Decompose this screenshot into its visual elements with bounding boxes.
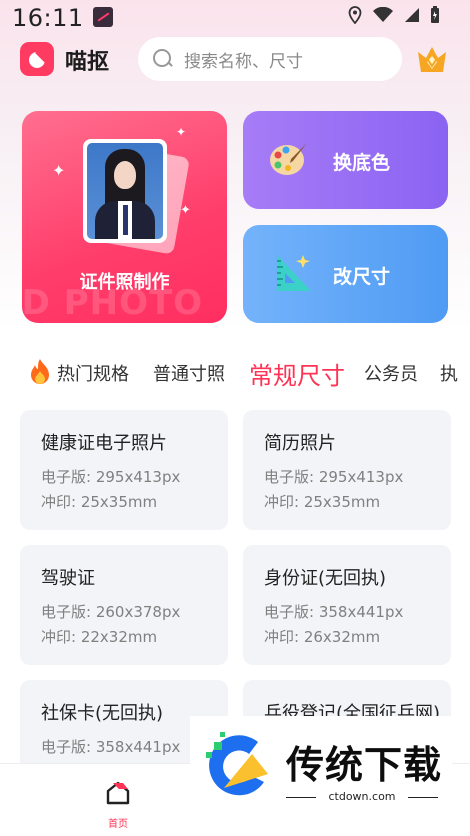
wifi-icon — [373, 7, 393, 22]
spec-print-size: 冲印: 26x32mm — [264, 628, 381, 646]
spec-card-resume[interactable]: 简历照片 电子版: 295x413px 冲印: 25x35mm — [243, 410, 451, 530]
notification-app-icon — [93, 7, 113, 27]
fire-icon — [31, 359, 49, 384]
spec-title: 驾驶证 — [41, 568, 95, 589]
spec-digital-size: 电子版: 260x378px — [41, 603, 181, 621]
tab-more[interactable]: 执 — [440, 360, 458, 386]
spec-print-size: 冲印: 22x32mm — [41, 628, 158, 646]
change-background-label: 换底色 — [333, 152, 391, 174]
resize-label: 改尺寸 — [333, 266, 391, 288]
spec-title: 简历照片 — [264, 433, 336, 454]
spec-print-size: 冲印: 25x35mm — [264, 493, 381, 511]
ruler-icon — [277, 255, 311, 291]
spec-print-size: 冲印: 25x35mm — [41, 493, 158, 511]
sample-portrait — [83, 139, 167, 243]
tab-civil-servant[interactable]: 公务员 — [364, 360, 418, 386]
sparkle-icon: ✦ — [176, 125, 187, 139]
search-input[interactable]: 搜索名称、尺寸 — [138, 37, 402, 81]
search-placeholder: 搜索名称、尺寸 — [184, 51, 303, 72]
resize-card[interactable]: 改尺寸 — [243, 225, 448, 323]
spec-card-driver-license[interactable]: 驾驶证 电子版: 260x378px 冲印: 22x32mm — [20, 545, 228, 665]
spec-digital-size: 电子版: 358x441px — [264, 603, 404, 621]
site-title: 传统下载 — [286, 743, 443, 787]
spec-digital-size: 电子版: 358x441px — [41, 738, 181, 756]
status-bar: 16:11 — [0, 0, 470, 34]
id-photo-label: 证件照制作 — [79, 272, 170, 293]
location-icon — [348, 6, 362, 24]
app-name: 喵抠 — [65, 50, 110, 75]
spec-title: 健康证电子照片 — [41, 433, 167, 454]
category-tabs: 热门规格 普通寸照 常规尺寸 公务员 执 — [0, 348, 470, 396]
site-logo-icon — [206, 732, 268, 796]
nav-home[interactable]: 首页 — [98, 774, 138, 834]
id-photo-card[interactable]: ID PHOTO ✦ ✦ ✦ 证件照制作 — [22, 111, 227, 323]
tab-standard-size[interactable]: 常规尺寸 — [249, 356, 345, 391]
app-header: 喵抠 搜索名称、尺寸 — [0, 34, 470, 86]
sparkle-icon: ✦ — [52, 161, 66, 180]
change-background-card[interactable]: 换底色 — [243, 111, 448, 209]
signal-icon — [405, 8, 419, 22]
nav-home-label: 首页 — [108, 819, 128, 830]
app-logo-icon — [20, 42, 54, 76]
battery-icon — [431, 6, 439, 23]
palette-icon — [270, 143, 307, 175]
search-icon — [152, 48, 174, 70]
status-icons — [348, 6, 440, 24]
site-url: ctdown.com — [286, 790, 438, 803]
spec-digital-size: 电子版: 295x413px — [41, 468, 181, 486]
tab-hot-specs[interactable]: 热门规格 — [57, 360, 129, 386]
spec-title: 身份证(无回执) — [264, 568, 387, 589]
status-time: 16:11 — [12, 4, 84, 32]
spec-digital-size: 电子版: 295x413px — [264, 468, 404, 486]
tab-regular-inch[interactable]: 普通寸照 — [153, 360, 225, 386]
spec-card-health-certificate[interactable]: 健康证电子照片 电子版: 295x413px 冲印: 25x35mm — [20, 410, 228, 530]
spec-card-id-card[interactable]: 身份证(无回执) 电子版: 358x441px 冲印: 26x32mm — [243, 545, 451, 665]
home-icon — [106, 781, 130, 805]
site-watermark: 传统下载 ctdown.com — [190, 716, 452, 826]
spec-title: 社保卡(无回执) — [41, 703, 164, 724]
vip-crown-icon[interactable] — [416, 44, 448, 74]
